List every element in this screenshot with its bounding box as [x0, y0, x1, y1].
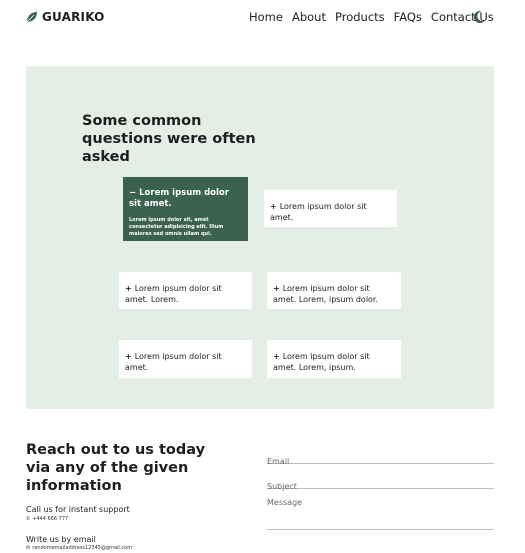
faq-item-2[interactable]: + Lorem ipsum dolor sit amet. [264, 190, 397, 227]
faq-item-3[interactable]: + Lorem ipsum dolor sit amet. Lorem. [119, 272, 252, 309]
faq-question: Lorem ipsum dolor sit amet. Lorem, ipsum… [273, 284, 379, 304]
nav-home[interactable]: Home [249, 10, 283, 24]
faq-answer: Lorem ipsum dolor sit, amet consectetur … [129, 217, 224, 237]
nav-faqs[interactable]: FAQs [394, 10, 422, 24]
leaf-icon [26, 12, 37, 23]
email-field[interactable] [267, 457, 494, 466]
faq-question: Lorem ipsum dolor sit amet. Lorem, ipsum… [273, 352, 370, 372]
plus-icon: + [125, 352, 132, 361]
faq-item-5[interactable]: + Lorem ipsum dolor sit amet. [119, 340, 252, 378]
subject-field-wrap [267, 474, 494, 491]
email-field-wrap [267, 449, 494, 466]
faq-question: Lorem ipsum dolor sit amet. [270, 202, 367, 222]
phone-number[interactable]: ✆ +444 666 777 [26, 516, 68, 522]
call-label: Call us for instant support [26, 505, 130, 514]
message-field[interactable] [267, 498, 494, 516]
minus-icon: − [129, 188, 137, 198]
message-field-wrap [267, 498, 494, 530]
brand[interactable]: GUARIKO [26, 10, 105, 24]
faq-question: − Lorem ipsum dolor sit amet. [129, 188, 229, 209]
subject-field[interactable] [267, 482, 494, 491]
plus-icon: + [125, 284, 132, 293]
contact-title: Reach out to us today via any of the giv… [26, 442, 206, 494]
email-label: Write us by email [26, 535, 96, 544]
email-address[interactable]: ✉ randomemailaddress12345@gmail.com [26, 545, 132, 551]
main-nav: Home About Products FAQs Contact Us [249, 10, 494, 24]
plus-icon: + [273, 352, 280, 361]
faq-question: Lorem ipsum dolor sit amet. Lorem. [125, 284, 222, 304]
faq-question: Lorem ipsum dolor sit amet. [125, 352, 222, 372]
nav-about[interactable]: About [292, 10, 326, 24]
faq-item-6[interactable]: + Lorem ipsum dolor sit amet. Lorem, ipsu… [267, 340, 401, 378]
site-header: GUARIKO Home About Products FAQs Contact… [0, 0, 525, 36]
faq-item-1[interactable]: − Lorem ipsum dolor sit amet. Lorem ipsum… [123, 177, 248, 241]
nav-products[interactable]: Products [335, 10, 385, 24]
mail-icon: ✉ [26, 545, 31, 551]
faq-item-4[interactable]: + Lorem ipsum dolor sit amet. Lorem, ipsu… [267, 272, 401, 309]
phone-icon: ✆ [26, 516, 31, 522]
faq-section: Some common questions were often asked −… [26, 66, 494, 409]
plus-icon: + [270, 202, 277, 211]
faq-title: Some common questions were often asked [82, 113, 256, 165]
brand-name: GUARIKO [42, 10, 105, 24]
plus-icon: + [273, 284, 280, 293]
moon-icon[interactable] [472, 10, 486, 24]
